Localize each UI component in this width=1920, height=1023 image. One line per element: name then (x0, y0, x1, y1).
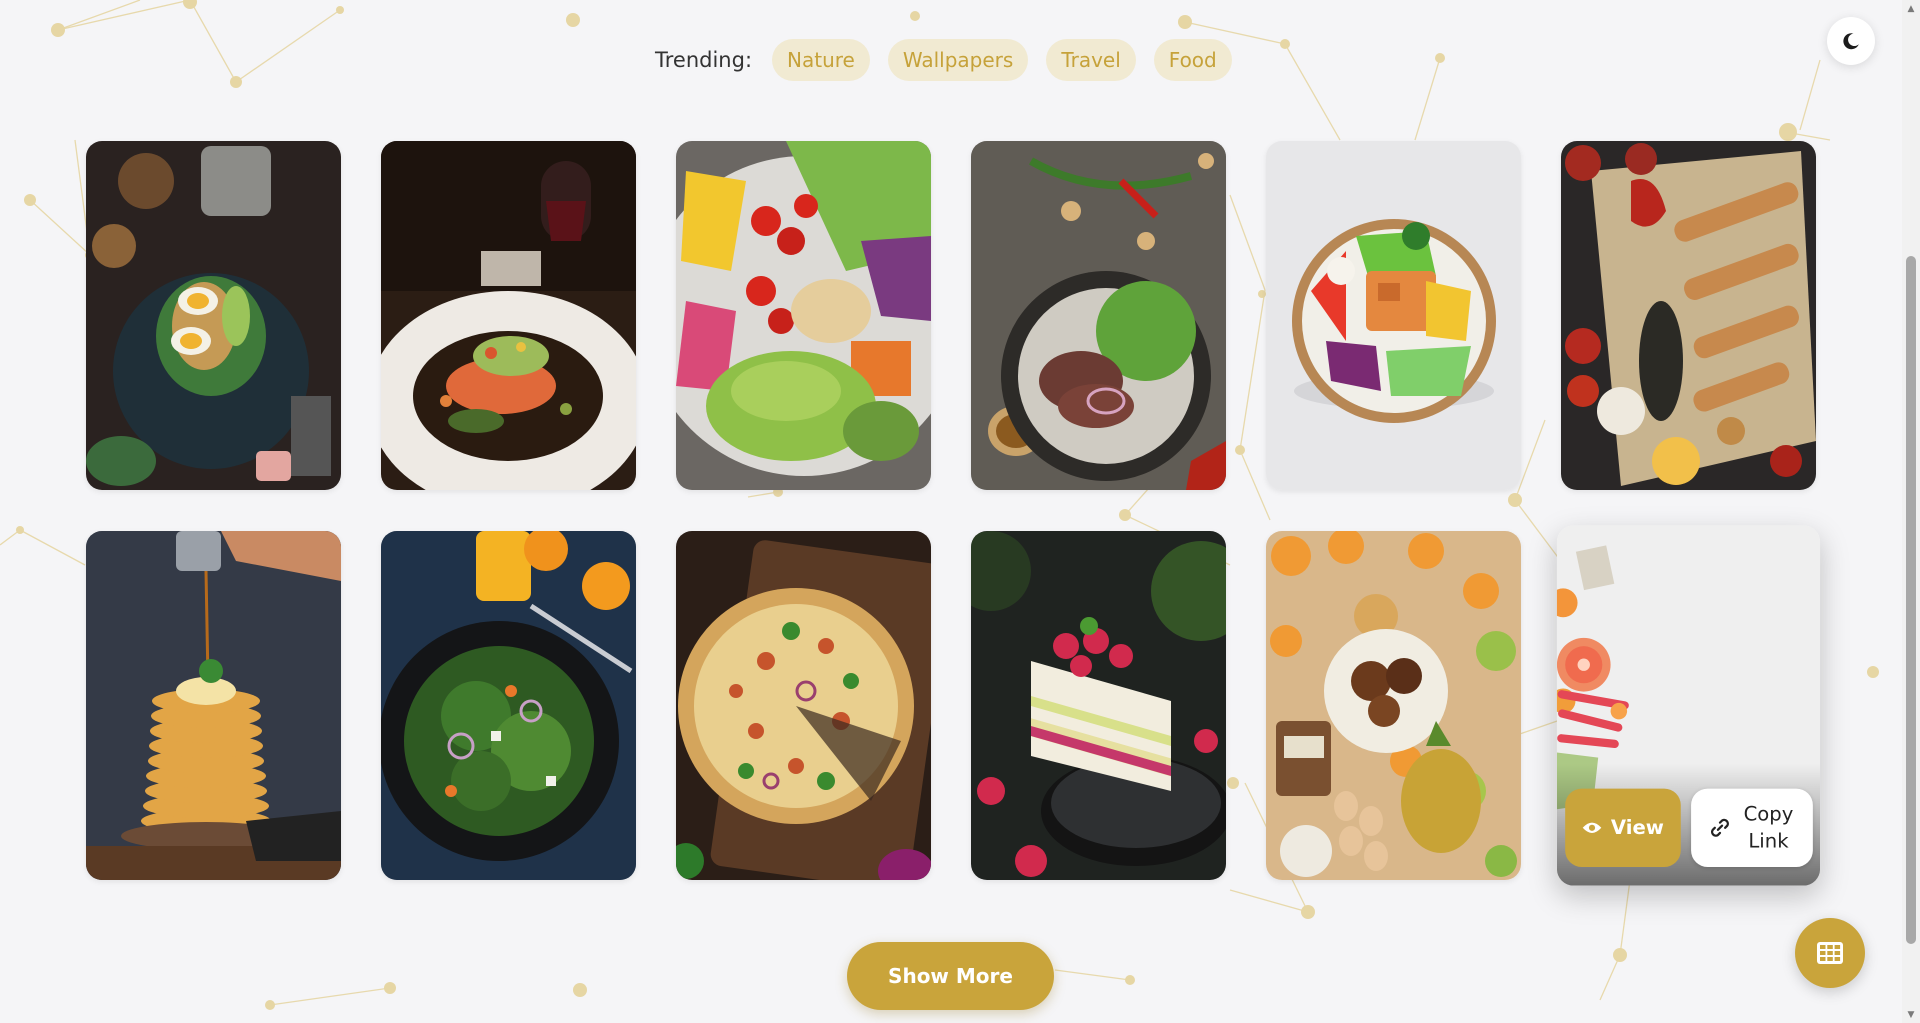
food-photo (86, 531, 341, 880)
food-photo (676, 141, 931, 490)
grid-icon (1817, 942, 1843, 964)
gallery-image-pancakes-syrup[interactable] (86, 531, 341, 880)
gallery-image-citrus-rhubarb-corner[interactable]: View Copy Link (1556, 525, 1821, 886)
food-photo (971, 531, 1226, 880)
trending-tag-travel[interactable]: Travel (1046, 39, 1136, 81)
gallery-image-veggie-buddha-bowl[interactable] (676, 141, 931, 490)
trending-tag-wallpapers[interactable]: Wallpapers (887, 39, 1029, 81)
gallery-image-bbq-skewers-platter[interactable] (1561, 141, 1816, 490)
copy-link-button-label: Copy Link (1743, 803, 1794, 853)
trending-bar: Trending: Nature Wallpapers Travel Food (655, 38, 1232, 82)
view-button-label: View (1610, 816, 1664, 840)
grid-layout-button[interactable] (1795, 918, 1865, 988)
scroll-down-arrow-icon[interactable]: ▼ (1902, 1006, 1920, 1023)
food-photo (1266, 531, 1521, 880)
food-photo (1266, 141, 1521, 490)
show-more-button[interactable]: Show More (847, 942, 1054, 1010)
eye-icon (1583, 822, 1602, 833)
trending-label: Trending: (655, 48, 753, 72)
gallery-image-egg-avocado-toast[interactable] (86, 141, 341, 490)
gallery-image-green-salad-orange-juice[interactable] (381, 531, 636, 880)
gallery-image-salmon-fine-dining[interactable] (381, 141, 636, 490)
link-icon (1711, 818, 1729, 837)
page-scrollbar[interactable]: ▲ ▼ (1902, 0, 1920, 1023)
scroll-up-arrow-icon[interactable]: ▲ (1902, 0, 1920, 17)
moon-icon (1843, 33, 1859, 50)
image-hover-actions: View Copy Link (1556, 763, 1821, 886)
gallery-image-salmon-poke-bowl[interactable] (1266, 141, 1521, 490)
food-photo (676, 531, 931, 880)
image-gallery-grid: View Copy Link (86, 141, 1821, 886)
view-button[interactable]: View (1565, 788, 1681, 868)
food-photo (1561, 141, 1816, 490)
copy-link-button[interactable]: Copy Link (1691, 788, 1813, 868)
gallery-image-fruit-breakfast-spread[interactable] (1266, 531, 1521, 880)
food-photo (381, 531, 636, 880)
theme-toggle-button[interactable] (1827, 17, 1875, 65)
trending-tag-nature[interactable]: Nature (772, 39, 870, 81)
food-photo (971, 141, 1226, 490)
food-photo (86, 141, 341, 490)
food-photo (381, 141, 636, 490)
trending-tag-food[interactable]: Food (1153, 39, 1232, 81)
scrollbar-thumb[interactable] (1906, 256, 1916, 944)
gallery-image-steak-salad-bowl[interactable] (971, 141, 1226, 490)
gallery-image-raspberry-cake-slice[interactable] (971, 531, 1226, 880)
gallery-image-pizza-board[interactable] (676, 531, 931, 880)
